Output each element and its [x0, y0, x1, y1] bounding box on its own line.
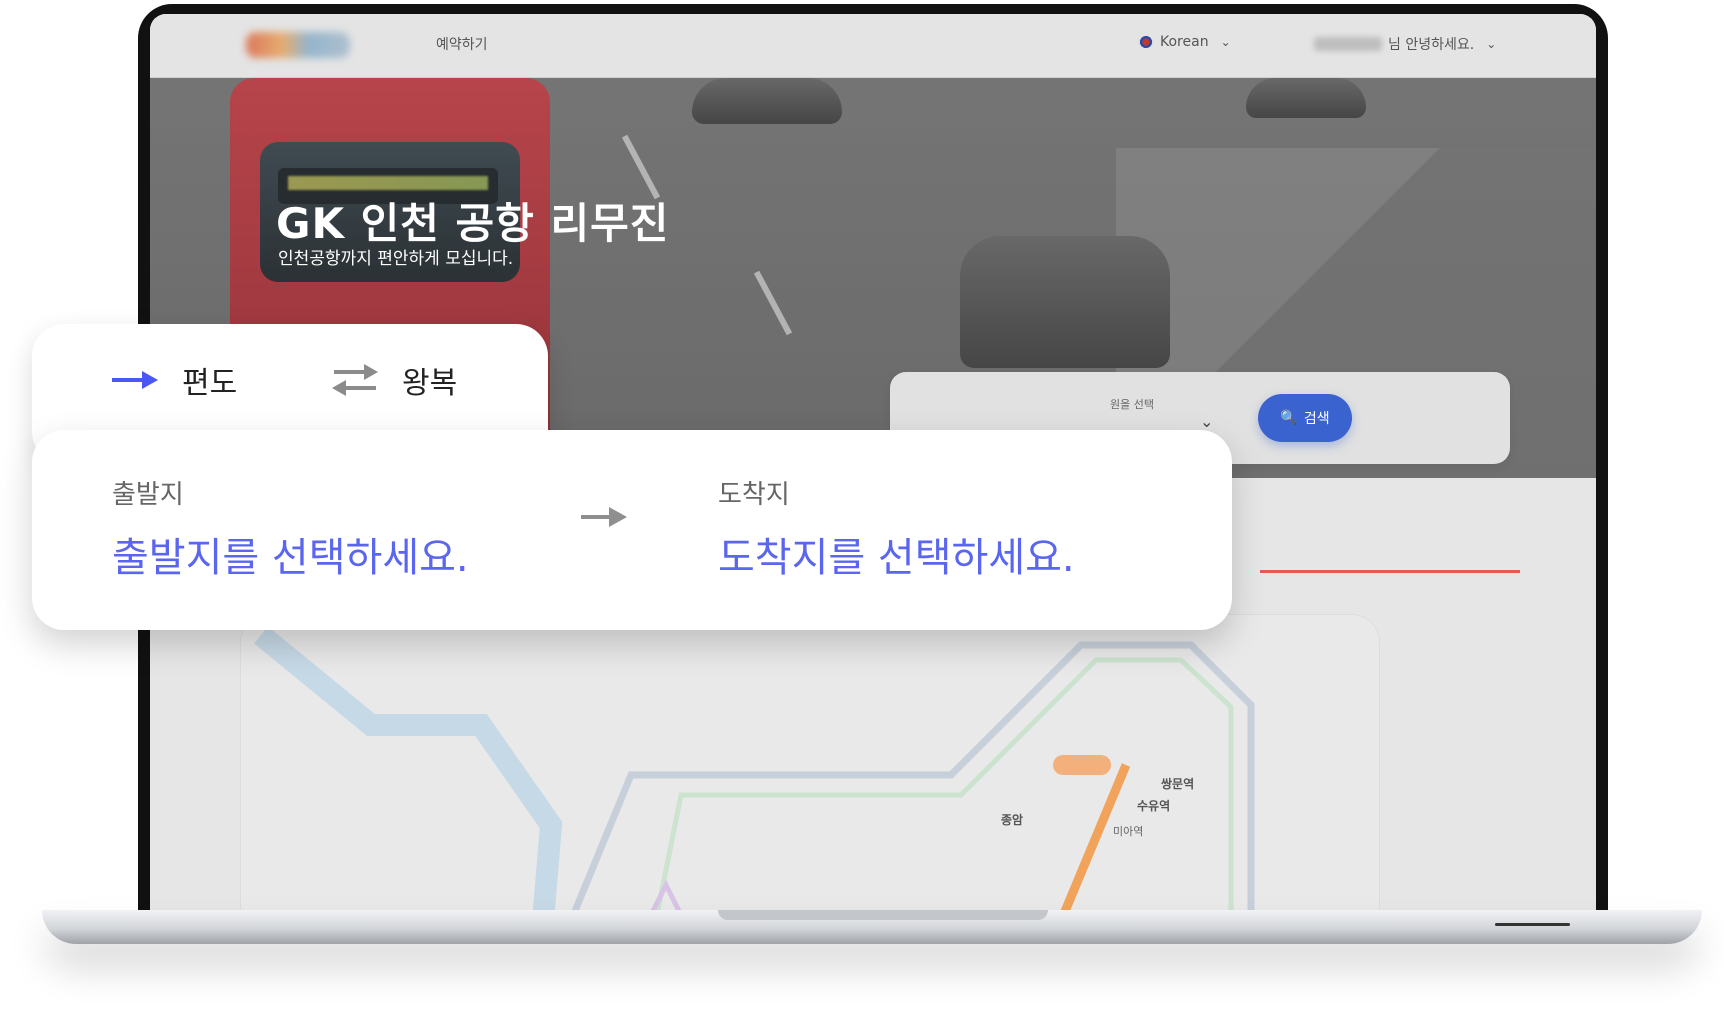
station-label: 미아역: [1113, 825, 1144, 838]
tab-oneway-label: 편도: [182, 366, 238, 401]
stage: 예약하기 Korean ⌄ 님 안녕하세요. ⌄ GK 인천 공항 리무진 인천…: [0, 0, 1724, 1036]
laptop-edge-line: [1495, 923, 1570, 926]
search-button-label: 검색: [1303, 411, 1330, 427]
search-field-hint: 원을 선택: [1110, 398, 1154, 411]
origin-select[interactable]: 출발지를 선택하세요.: [112, 525, 469, 583]
user-name-blurred: [1314, 37, 1382, 51]
nav-link-book[interactable]: 예약하기: [436, 34, 488, 54]
tab-roundtrip[interactable]: 왕복: [332, 358, 457, 402]
search-button[interactable]: 🔍 검색: [1258, 394, 1352, 442]
destination-select[interactable]: 도착지를 선택하세요.: [718, 525, 1075, 583]
station-label: 쌍문역: [1161, 777, 1195, 791]
user-menu[interactable]: 님 안녕하세요. ⌄: [1314, 34, 1496, 54]
station-label: 종암: [1001, 813, 1024, 827]
route-map-svg: [254, 626, 1255, 914]
hero-title: GK 인천 공항 리무진: [276, 199, 670, 248]
chevron-down-icon: ⌄: [1220, 35, 1231, 49]
chevron-down-icon[interactable]: ⌄: [1200, 412, 1213, 431]
route-map: 쌍문역 수유역 미아역 종암: [240, 614, 1380, 914]
station-label: 수유역: [1137, 799, 1171, 813]
origin-label: 출발지: [112, 480, 184, 510]
right-arrow-icon: [112, 371, 158, 389]
tab-roundtrip-label: 왕복: [402, 366, 458, 401]
hero-subtitle: 인천공항까지 편안하게 모십니다.: [278, 249, 514, 269]
top-nav: 예약하기 Korean ⌄ 님 안녕하세요. ⌄: [150, 14, 1596, 78]
brand-logo[interactable]: [246, 32, 350, 58]
language-selector[interactable]: Korean ⌄: [1138, 34, 1231, 50]
destination-label: 도착지: [718, 480, 790, 510]
section-divider: [1260, 570, 1520, 573]
chevron-down-icon: ⌄: [1486, 37, 1497, 51]
korea-flag-icon: [1138, 36, 1154, 48]
language-label: Korean: [1160, 34, 1209, 50]
laptop-notch: [718, 910, 1048, 920]
route-arrow-icon: [581, 507, 627, 527]
swap-arrows-icon: [332, 364, 378, 396]
user-greeting: 님 안녕하세요.: [1388, 37, 1475, 53]
search-icon: 🔍: [1280, 410, 1298, 426]
tab-oneway[interactable]: 편도: [112, 358, 237, 402]
